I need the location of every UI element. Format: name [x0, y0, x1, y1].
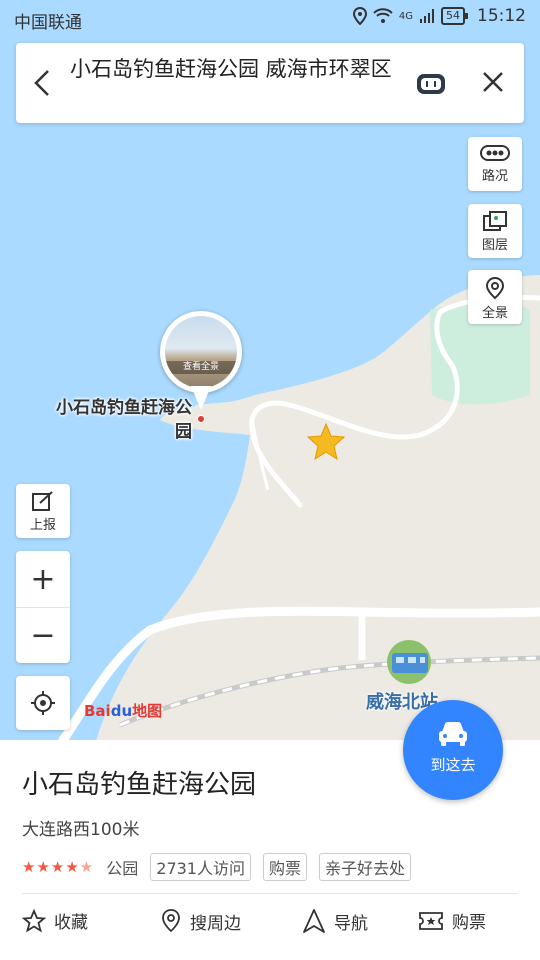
traffic-label: 路况	[481, 169, 508, 184]
logo-map: 地图	[132, 702, 163, 720]
back-arrow-icon[interactable]	[30, 67, 56, 99]
panorama-pointer	[191, 386, 211, 410]
traffic-button[interactable]: 路况	[468, 137, 522, 191]
logo-bai: Bai	[84, 702, 111, 720]
car-icon	[439, 722, 467, 746]
signal-icon	[420, 9, 434, 23]
status-bar: 中国联通 4G 54 15:12	[0, 0, 540, 36]
buy-ticket-button[interactable]: 购票	[418, 908, 486, 933]
search-query[interactable]: 小石岛钓鱼赶海公园 威海市环翠区	[70, 55, 400, 83]
nearby-search-button[interactable]: 搜周边	[160, 908, 241, 934]
layers-icon	[483, 211, 507, 231]
zoom-out-button[interactable]: −	[16, 607, 70, 663]
baidu-map-logo: Baidu地图	[84, 700, 162, 721]
voice-assistant-icon[interactable]	[416, 73, 446, 95]
logo-du: du	[110, 702, 133, 720]
favorite-button[interactable]: 收藏	[22, 908, 88, 933]
network-type: 4G	[398, 10, 413, 22]
star-outline-icon	[22, 908, 46, 932]
place-category: 公园	[106, 859, 139, 878]
layers-label: 图层	[481, 238, 508, 253]
navigation-arrow-icon	[303, 909, 325, 933]
panorama-button[interactable]: 全景	[468, 270, 522, 324]
rating-stars: ★★★★★	[22, 858, 95, 876]
place-address: 大连路西100米	[22, 820, 140, 840]
favorite-label: 收藏	[54, 913, 88, 933]
buy-ticket-label: 购票	[452, 913, 486, 933]
navigation-button[interactable]: 导航	[302, 908, 368, 934]
zoom-in-button[interactable]: +	[16, 551, 70, 607]
zoom-controls: + −	[16, 551, 70, 663]
locate-me-button[interactable]	[16, 676, 70, 730]
report-button[interactable]: 上报	[16, 484, 70, 538]
traffic-icon	[480, 145, 510, 161]
pano-caption: 查看全景	[165, 361, 237, 374]
location-pin-dot	[197, 415, 205, 423]
edit-icon	[32, 491, 53, 511]
battery-indicator: 54	[441, 7, 468, 25]
go-here-button[interactable]: 到这去	[403, 700, 503, 800]
ticket-tag[interactable]: 购票	[263, 853, 308, 881]
place-meta: ★★★★★ 公园 2731人访问 购票 亲子好去处	[22, 853, 412, 881]
carrier-name: 中国联通	[14, 13, 82, 33]
nearby-search-label: 搜周边	[190, 913, 241, 934]
clock: 15:12	[477, 6, 526, 26]
panorama-label: 全景	[481, 306, 508, 321]
close-icon[interactable]	[480, 69, 506, 95]
visits-tag: 2731人访问	[150, 853, 251, 881]
action-bar: 收藏 搜周边 导航 购票	[0, 908, 540, 948]
crosshair-icon	[31, 691, 55, 715]
family-tag[interactable]: 亲子好去处	[319, 853, 412, 881]
search-bar: 小石岛钓鱼赶海公园 威海市环翠区	[16, 43, 524, 123]
place-title: 小石岛钓鱼赶海公园	[22, 770, 257, 800]
report-label: 上报	[29, 518, 56, 533]
pin-label: 小石岛钓鱼赶海公园	[56, 398, 192, 442]
panorama-thumbnail[interactable]: 查看全景	[160, 311, 242, 393]
go-here-label: 到这去	[430, 756, 476, 774]
navigation-label: 导航	[334, 913, 368, 934]
location-search-icon	[162, 909, 180, 933]
ticket-icon	[419, 911, 443, 930]
layers-button[interactable]: 图层	[468, 204, 522, 258]
divider	[22, 893, 518, 894]
location-icon	[352, 7, 367, 25]
wifi-icon	[373, 8, 393, 23]
panorama-icon	[485, 276, 505, 300]
